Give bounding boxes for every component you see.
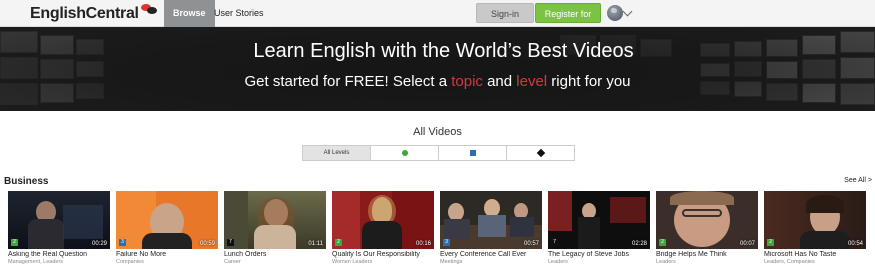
tab-user-stories[interactable]: User Stories [205,0,273,27]
black-diamond-icon [536,148,545,158]
video-tags: Career [224,259,241,265]
video-thumbnail[interactable]: 3 00:57 [440,191,542,249]
video-duration: 00:16 [415,241,431,247]
video-duration: 00:57 [523,241,539,247]
video-card[interactable]: 2 00:07 Bridge Helps Me Think Leaders [656,191,758,266]
hero-subtitle-text: Get started for FREE! Select a [244,73,452,90]
hero-subtitle-text: and [482,73,517,90]
level-beginner-button[interactable] [370,146,438,160]
video-thumbnail[interactable]: 2 00:29 [8,191,110,249]
video-thumbnail[interactable]: 7 02:28 [548,191,650,249]
video-card[interactable]: 7 02:28 The Legacy of Steve Jobs Leaders [548,191,650,266]
video-title[interactable]: The Legacy of Steve Jobs [548,251,650,259]
hero-subtitle: Get started for FREE! Select a topic and… [0,72,875,92]
video-title[interactable]: Quality Is Our Responsibility [332,251,434,259]
level-badge: 3 [119,239,126,246]
video-title[interactable]: Microsoft Has No Taste [764,251,866,259]
level-badge: 3 [443,239,450,246]
video-card[interactable]: 3 00:59 Failure No More Companies [116,191,218,266]
video-duration: 00:07 [739,241,755,247]
globe-icon[interactable] [607,5,623,21]
video-duration: 00:59 [199,241,215,247]
video-title[interactable]: Lunch Orders [224,251,326,259]
level-badge: 2 [659,239,666,246]
video-title[interactable]: Bridge Helps Me Think [656,251,758,259]
hero-subtitle-text: right for you [547,73,631,90]
level-badge: 2 [11,239,18,246]
video-card[interactable]: 2 00:16 Quality Is Our Responsibility Wo… [332,191,434,266]
speech-bubbles-icon [140,3,158,19]
video-tags: Companies [116,259,144,265]
video-duration: 02:28 [631,241,647,247]
signin-button[interactable]: Sign-in [476,3,534,23]
hero-title: Learn English with the World’s Best Vide… [253,40,634,62]
video-tags: Leaders [656,259,676,265]
video-title[interactable]: Failure No More [116,251,218,259]
video-card[interactable]: 2 00:54 Microsoft Has No Taste Leaders, … [764,191,866,266]
chevron-down-icon[interactable] [622,6,633,17]
englishcentral-logo[interactable]: EnglishCentral [30,4,158,24]
level-filter: All Levels [302,145,575,161]
section-title: Business [4,176,49,187]
level-all-label: All Levels [323,150,350,156]
video-thumbnail[interactable]: 2 00:54 [764,191,866,249]
blue-square-icon [469,150,476,156]
logo-text: EnglishCentral [30,5,139,22]
register-button[interactable]: Register for Free [535,3,601,39]
video-title[interactable]: Every Conference Call Ever [440,251,542,259]
hero-banner: Learn English with the World’s Best Vide… [0,27,875,111]
video-card[interactable]: 2 00:29 Asking the Real Question Managem… [8,191,110,266]
level-badge: 7 [551,239,558,246]
video-thumbnail[interactable]: 2 00:16 [332,191,434,249]
video-tags: Leaders [548,259,568,265]
top-navigation-bar: EnglishCentral Browse User Stories Sign-… [0,0,875,39]
level-link[interactable]: level [516,73,547,90]
video-duration: 00:29 [91,241,107,247]
topic-link[interactable]: topic [451,73,483,90]
level-advanced-button[interactable] [506,146,574,160]
video-carousel: 2 00:29 Asking the Real Question Managem… [8,191,866,266]
video-card[interactable]: 7 01:11 Lunch Orders Career [224,191,326,266]
level-all-button[interactable]: All Levels [303,146,370,160]
video-tags: Meetings [440,259,463,265]
level-badge: 7 [227,239,234,246]
level-intermediate-button[interactable] [438,146,506,160]
video-title[interactable]: Asking the Real Question [8,251,110,259]
video-thumbnail[interactable]: 3 00:59 [116,191,218,249]
video-tags: Women Leaders [332,259,373,265]
video-card[interactable]: 3 00:57 Every Conference Call Ever Meeti… [440,191,542,266]
see-all-link[interactable]: See All > [844,177,872,184]
level-badge: 2 [767,239,774,246]
video-thumbnail[interactable]: 2 00:07 [656,191,758,249]
green-circle-icon [401,150,408,156]
video-duration: 00:54 [847,241,863,247]
level-badge: 2 [335,239,342,246]
all-videos-heading: All Videos [413,126,462,138]
video-duration: 01:11 [308,241,323,247]
video-tags: Leaders, Companies [764,259,815,265]
video-tags: Management, Leaders [8,259,64,265]
video-thumbnail[interactable]: 7 01:11 [224,191,326,249]
